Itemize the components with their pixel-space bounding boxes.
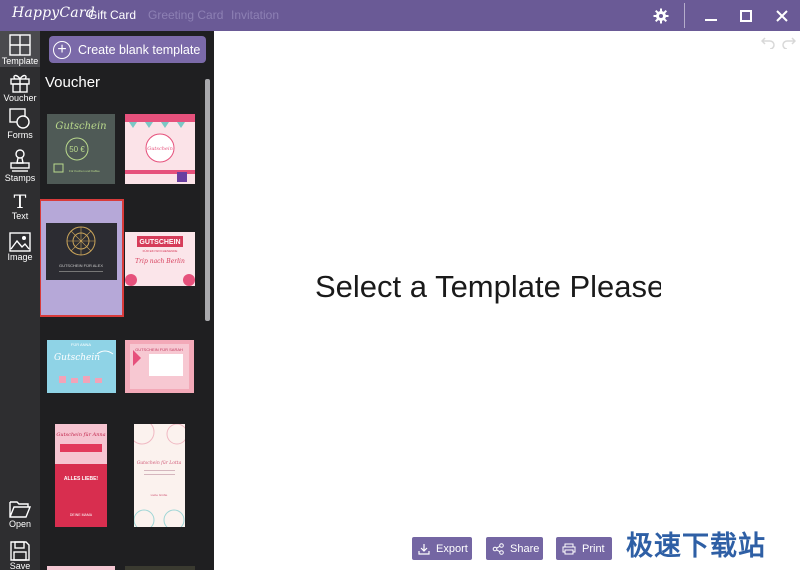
app-window: HappyCard Gift Card Greeting Card Invita… — [0, 0, 800, 570]
title-bar: HappyCard Gift Card Greeting Card Invita… — [0, 0, 800, 31]
template-thumbnail[interactable] — [125, 566, 195, 570]
folder-icon — [9, 501, 31, 518]
tall-red-voucher-art: Gutschein für Anna ALLES LIEBE! DEINE MA… — [55, 432, 107, 527]
canvas-area: Select a Template Please Export Share Pr… — [214, 31, 800, 570]
minimize-button[interactable] — [694, 0, 728, 31]
thumb-7-title: Gutschein für Anna — [56, 432, 105, 438]
tool-save[interactable]: Save — [0, 541, 40, 570]
thumb-7-footer: DEINE MAMA — [70, 513, 93, 517]
print-label: Print — [582, 542, 605, 555]
settings-button[interactable] — [644, 0, 678, 31]
create-blank-template-button[interactable]: + Create blank template — [49, 36, 206, 63]
titlebar-divider — [684, 3, 685, 28]
thumb-1-title: Gutschein — [55, 121, 106, 132]
thumb-2-title: Gutschein — [147, 146, 173, 152]
template-grid-icon — [9, 34, 31, 56]
left-toolbar: Template Voucher Forms Stamps T Text Ima… — [0, 31, 40, 570]
thumb-4-subtitle: FÜR EIN WOCHENENDE — [143, 249, 178, 253]
template-panel: + Create blank template Voucher Gutschei… — [40, 31, 214, 570]
thumb-5-top: FÜR ANNA — [71, 342, 92, 347]
tab-greeting-card[interactable]: Greeting Card — [148, 8, 223, 22]
empty-canvas-message: Select a Template Please — [315, 269, 661, 304]
create-blank-template-label: Create blank template — [78, 42, 201, 57]
close-button[interactable] — [765, 0, 799, 31]
panel-scrollbar[interactable] — [205, 79, 210, 321]
pink-ribbon-voucher-art: GUTSCHEIN FÜR SARAH — [130, 344, 189, 389]
shapes-icon — [9, 108, 30, 129]
maximize-icon — [740, 9, 752, 22]
tool-voucher-label: Voucher — [3, 93, 37, 103]
close-icon — [776, 9, 788, 22]
chalkboard-voucher-art: Gutschein 50 € Für Kuchen und Kaffee — [53, 121, 107, 173]
share-icon — [492, 542, 504, 555]
gear-icon — [653, 8, 669, 23]
tool-stamps[interactable]: Stamps — [0, 149, 40, 183]
tool-forms-label: Forms — [7, 130, 33, 140]
template-thumbnail[interactable]: Gutschein für Lotta Liebe Grüße — [134, 424, 185, 527]
tool-image-label: Image — [7, 252, 33, 262]
mandala-voucher-art: GUTSCHEIN FÜR ALEX — [46, 223, 117, 280]
thumb-1-value: 50 € — [69, 145, 85, 154]
stamp-icon — [10, 149, 30, 172]
template-thumbnail[interactable] — [47, 566, 115, 570]
export-icon — [418, 543, 430, 555]
image-icon — [9, 232, 31, 252]
tool-open-label: Open — [8, 519, 32, 529]
thumb-4-title: GUTSCHEIN — [139, 239, 180, 246]
tool-stamps-label: Stamps — [4, 173, 36, 183]
text-icon: T — [14, 191, 27, 211]
share-button[interactable]: Share — [486, 537, 543, 560]
app-logo: HappyCard — [12, 5, 95, 21]
blue-gift-voucher-art: FÜR ANNA Gutschein — [54, 342, 114, 383]
thumb-5-title: Gutschein — [54, 353, 100, 363]
floppy-icon — [10, 541, 30, 561]
thumb-4-footer: Trip nach Berlin — [135, 258, 185, 265]
tool-text[interactable]: T Text — [0, 191, 40, 221]
template-thumbnail[interactable]: GUTSCHEIN FÜR SARAH — [125, 340, 194, 393]
tool-template[interactable]: Template — [0, 31, 40, 67]
export-label: Export — [436, 542, 468, 555]
maximize-button[interactable] — [729, 0, 763, 31]
template-thumbnail[interactable]: FÜR ANNA Gutschein — [47, 340, 116, 393]
thumb-3-title: GUTSCHEIN FÜR ALEX — [59, 263, 103, 268]
tab-gift-card[interactable]: Gift Card — [88, 8, 136, 22]
share-label: Share — [510, 542, 540, 555]
print-icon — [562, 543, 576, 554]
plus-circle-icon: + — [53, 40, 71, 59]
tool-forms[interactable]: Forms — [0, 108, 40, 140]
tool-open[interactable]: Open — [0, 499, 40, 529]
thumb-1-footer: Für Kuchen und Kaffee — [69, 169, 100, 173]
redo-icon[interactable] — [782, 37, 796, 49]
tool-template-label: Template — [1, 56, 39, 66]
template-thumbnail[interactable]: Gutschein für Anna ALLES LIEBE! DEINE MA… — [55, 424, 107, 527]
gift-icon — [10, 74, 30, 93]
pastel-lace-voucher-art: Gutschein für Lotta Liebe Grüße — [134, 424, 185, 527]
export-button[interactable]: Export — [412, 537, 472, 560]
tool-image[interactable]: Image — [0, 232, 40, 262]
panel-title: Voucher — [45, 74, 101, 91]
print-button[interactable]: Print — [556, 537, 612, 560]
tab-invitation[interactable]: Invitation — [231, 8, 279, 22]
thumb-8-title: Gutschein für Lotta — [137, 460, 182, 466]
template-thumbnail[interactable]: Gutschein — [125, 114, 195, 184]
minimize-icon — [705, 18, 717, 21]
template-thumbnail[interactable]: GUTSCHEIN FÜR EIN WOCHENENDE Trip nach B… — [125, 232, 195, 286]
undo-icon[interactable] — [761, 37, 775, 49]
bunting-voucher-art: Gutschein — [125, 114, 195, 182]
tool-save-label: Save — [9, 561, 31, 570]
svg-text:T: T — [14, 191, 27, 211]
watermark-text: 极速下载站 — [626, 531, 766, 562]
thumb-7-subtitle: ALLES LIEBE! — [64, 476, 99, 482]
thumb-6-title: GUTSCHEIN FÜR SARAH — [135, 347, 183, 352]
template-thumbnail-selected[interactable]: GUTSCHEIN FÜR ALEX — [40, 199, 124, 317]
tool-voucher[interactable]: Voucher — [0, 71, 40, 103]
banner-voucher-art: GUTSCHEIN FÜR EIN WOCHENENDE Trip nach B… — [125, 236, 195, 286]
template-thumbnail[interactable]: Gutschein 50 € Für Kuchen und Kaffee — [47, 114, 115, 184]
tool-text-label: Text — [11, 211, 29, 221]
thumb-8-footer: Liebe Grüße — [151, 493, 168, 497]
